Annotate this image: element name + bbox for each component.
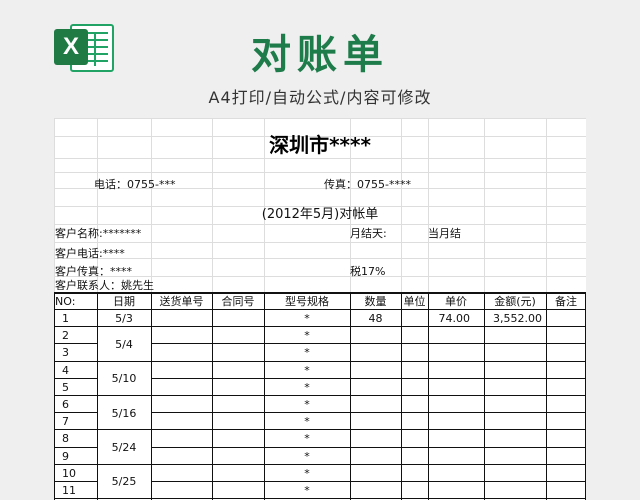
- table-column-border: [54, 292, 55, 500]
- row-model: *: [304, 346, 310, 359]
- row-quantity: [350, 362, 401, 379]
- row-model: *: [304, 398, 310, 411]
- row-amount: [484, 465, 542, 482]
- month-end-label: 月结天:: [350, 227, 387, 240]
- row-unit-price: [428, 362, 470, 379]
- row-unit-price: [428, 465, 470, 482]
- column-header: 日期: [113, 295, 135, 308]
- row-quantity: [350, 430, 401, 447]
- row-date: 5/10: [111, 372, 137, 385]
- row-unit-price: [428, 482, 470, 499]
- column-header: 单位: [403, 295, 426, 308]
- phone-text: 电话：0755-***: [94, 178, 176, 191]
- row-date: 5/24: [111, 441, 137, 454]
- tax-rate: 税17%: [350, 265, 386, 278]
- row-amount: [484, 448, 542, 465]
- row-model: *: [304, 364, 310, 377]
- row-amount: [484, 413, 542, 430]
- row-amount: [484, 379, 542, 396]
- row-unit-price: 74.00: [438, 312, 471, 325]
- grid-line-h: [54, 158, 586, 159]
- fax-text: 传真：0755-****: [324, 178, 411, 191]
- row-quantity: [350, 344, 401, 361]
- table-column-border: [151, 292, 152, 500]
- row-number: 5: [62, 381, 69, 394]
- row-date: 5/3: [115, 312, 133, 325]
- row-amount: [484, 327, 542, 344]
- column-header: 备注: [555, 295, 577, 308]
- row-model: *: [304, 329, 310, 342]
- row-model: *: [304, 432, 310, 445]
- column-header: 单价: [445, 295, 467, 308]
- row-quantity: [350, 327, 401, 344]
- row-model: *: [304, 484, 310, 497]
- row-quantity: [350, 448, 401, 465]
- table-column-border: [546, 292, 547, 500]
- row-quantity: [350, 396, 401, 413]
- row-unit-price: [428, 430, 470, 447]
- row-model: *: [304, 467, 310, 480]
- row-quantity: [350, 379, 401, 396]
- row-date: 5/25: [111, 475, 137, 488]
- row-number: 11: [62, 484, 76, 497]
- customer-contact: 客户联系人：姚先生: [55, 279, 154, 290]
- row-unit-price: [428, 327, 470, 344]
- page-subtitle: A4打印/自动公式/内容可修改: [208, 88, 432, 107]
- row-quantity: 48: [368, 312, 383, 325]
- row-unit-price: [428, 448, 470, 465]
- row-unit-price: [428, 379, 470, 396]
- row-amount: [484, 396, 542, 413]
- customer-phone: 客户电话:****: [55, 247, 125, 260]
- row-model: *: [304, 381, 310, 394]
- row-unit-price: [428, 396, 470, 413]
- company-name: 深圳市****: [269, 133, 371, 157]
- row-unit-price: [428, 344, 470, 361]
- grid-line-h: [54, 242, 586, 243]
- row-date: 5/16: [111, 407, 137, 420]
- table-column-border: [585, 292, 586, 500]
- page-title: 对账单: [251, 32, 389, 78]
- grid-line-h: [54, 258, 586, 259]
- row-number: 1: [62, 312, 69, 325]
- row-amount: [484, 482, 542, 499]
- row-number: 6: [62, 398, 69, 411]
- column-header: 型号规格: [285, 295, 329, 308]
- row-model: *: [304, 450, 310, 463]
- row-amount: 3,552.00: [493, 312, 542, 325]
- column-header: 金额(元): [494, 295, 536, 308]
- grid-line-h: [54, 172, 586, 173]
- column-header: 合同号: [221, 295, 255, 308]
- table-column-border: [212, 292, 213, 500]
- customer-name: 客户名称:*******: [55, 227, 142, 240]
- row-number: 9: [62, 450, 69, 463]
- row-number: 4: [62, 364, 69, 377]
- table-column-border: [401, 292, 402, 500]
- statement-title: (2012年5月)对帐单: [261, 207, 379, 222]
- row-number: 3: [62, 346, 69, 359]
- row-quantity: [350, 413, 401, 430]
- row-quantity: [350, 482, 401, 499]
- row-number: 8: [62, 432, 69, 445]
- row-amount: [484, 344, 542, 361]
- row-number: 7: [62, 415, 69, 428]
- row-model: *: [304, 415, 310, 428]
- row-amount: [484, 362, 542, 379]
- column-header: 送货单号: [159, 295, 204, 308]
- month-end-value: 当月结: [428, 227, 461, 240]
- row-number: 10: [62, 467, 76, 480]
- row-number: 2: [62, 329, 69, 342]
- row-date: 5/4: [115, 338, 133, 351]
- row-model: *: [304, 312, 310, 325]
- row-amount: [484, 430, 542, 447]
- column-header: 数量: [364, 295, 387, 308]
- row-quantity: [350, 465, 401, 482]
- spreadsheet: 深圳市**** 电话：0755-*** 传真：0755-**** (2012年5…: [54, 118, 586, 500]
- row-unit-price: [428, 413, 470, 430]
- grid-line-h: [54, 118, 586, 119]
- column-header: NO:: [55, 295, 76, 308]
